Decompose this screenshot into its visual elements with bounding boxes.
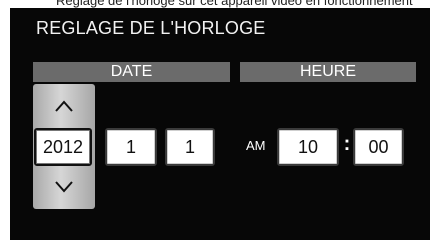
month-field[interactable]: 1: [105, 128, 157, 166]
minute-field[interactable]: 00: [353, 128, 404, 166]
day-field[interactable]: 1: [165, 128, 215, 166]
time-header: HEURE: [240, 62, 416, 82]
hour-field[interactable]: 10: [277, 128, 339, 166]
top-caption: Réglage de l'horloge sur cet appareil vi…: [56, 0, 413, 8]
year-decrease-button[interactable]: [33, 171, 95, 203]
chevron-down-icon: [55, 181, 73, 193]
am-pm-label: AM: [246, 138, 266, 153]
chevron-up-icon: [55, 100, 73, 112]
date-header: DATE: [33, 62, 230, 82]
clock-setting-screen: REGLAGE DE L'HORLOGE DATE HEURE 2012 1 1…: [10, 8, 430, 240]
page-title: REGLAGE DE L'HORLOGE: [36, 18, 266, 38]
time-separator: :: [343, 133, 351, 155]
year-field[interactable]: 2012: [34, 128, 92, 166]
year-increase-button[interactable]: [33, 90, 95, 122]
top-caption-strip: Réglage de l'horloge sur cet appareil vi…: [0, 0, 437, 8]
